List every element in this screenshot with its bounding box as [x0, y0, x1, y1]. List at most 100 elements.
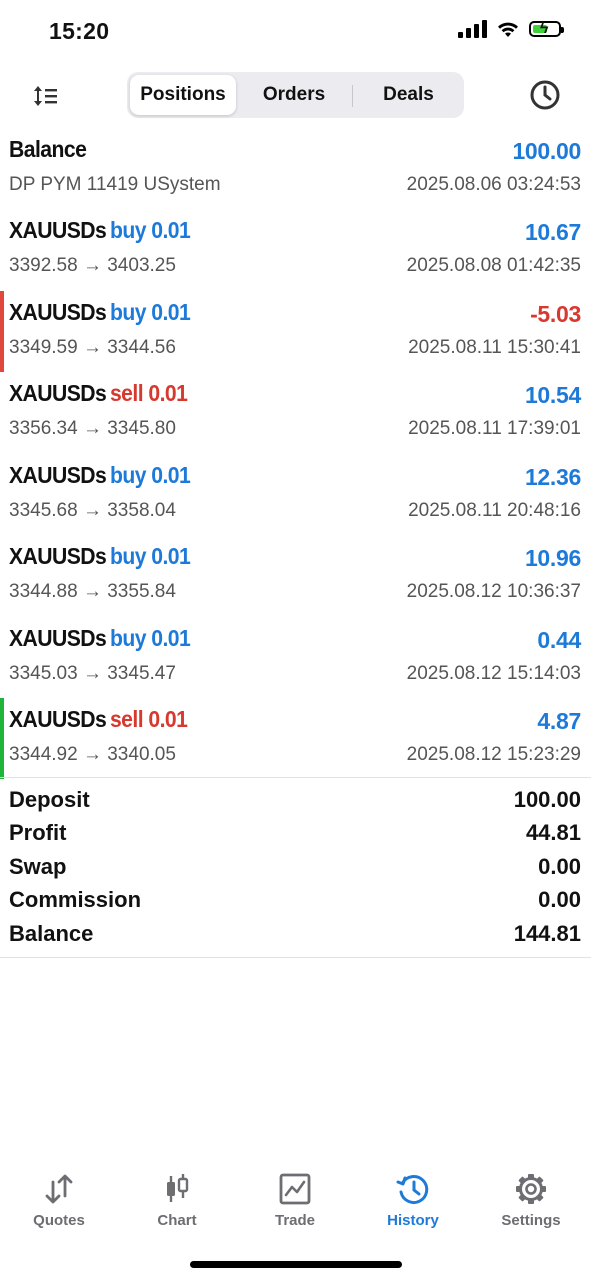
position-direction: buy 0.01: [109, 543, 191, 569]
clock-icon[interactable]: [528, 78, 562, 112]
position-symbol: XAUUSDs: [9, 461, 107, 488]
position-row[interactable]: XAUUSDs buy 0.01 0.44 3345.03 → 3345.47 2025…: [0, 617, 591, 698]
settings-icon: [516, 1174, 546, 1204]
status-icons: ϟ: [458, 20, 564, 38]
history-toolbar: Positions Orders Deals: [0, 70, 591, 120]
position-row[interactable]: XAUUSDs sell 0.01 10.54 3356.34 → 3345.80 20…: [0, 372, 591, 453]
position-symbol: XAUUSDs: [9, 543, 107, 569]
status-time: 15:20: [49, 18, 110, 44]
position-direction: buy 0.01: [109, 624, 191, 651]
tab-settings-label: Settings: [501, 1212, 561, 1229]
tab-chart-label: Chart: [157, 1212, 197, 1229]
position-profit: 12.36: [524, 463, 581, 490]
summary-block: Deposit 100.00 Profit 44.81 Swap 0.00 Commissi…: [0, 785, 591, 952]
tab-quotes-label: Quotes: [33, 1212, 85, 1229]
position-symbol: XAUUSDs: [9, 380, 107, 406]
position-time: 2025.08.08 01:42:35: [406, 255, 581, 276]
bottom-tab-bar: Quotes Chart Trade History Settings: [0, 1165, 591, 1245]
position-direction: buy 0.01: [109, 461, 191, 488]
position-prices: 3349.59 → 3344.56: [9, 336, 176, 358]
position-title: XAUUSDs sell 0.01: [9, 380, 188, 407]
summary-label: Profit: [9, 820, 67, 846]
position-title: XAUUSDs buy 0.01: [9, 217, 191, 244]
position-symbol: XAUUSDs: [9, 706, 107, 732]
home-indicator[interactable]: [190, 1261, 402, 1268]
position-symbol: XAUUSDs: [9, 298, 107, 325]
segmented-control: Positions Orders Deals: [127, 72, 464, 118]
row-marker: [0, 454, 4, 535]
position-time: 2025.08.12 10:36:37: [406, 581, 581, 602]
row-marker: [0, 209, 4, 290]
summary-label: Swap: [9, 853, 67, 879]
row-marker: [0, 698, 4, 779]
summary-label: Deposit: [9, 787, 90, 812]
position-time: 2025.08.11 20:48:16: [408, 499, 581, 521]
position-symbol: XAUUSDs: [9, 217, 107, 243]
tab-trade-label: Trade: [274, 1212, 316, 1229]
position-time: 2025.08.12 15:23:29: [406, 744, 581, 765]
summary-value: 100.00: [513, 787, 581, 812]
position-row[interactable]: XAUUSDs buy 0.01 12.36 3345.68 → 3358.04 202…: [0, 454, 591, 535]
position-direction: buy 0.01: [109, 298, 191, 325]
position-row[interactable]: XAUUSDs buy 0.01 -5.03 3349.59 → 3344.56 202…: [0, 290, 591, 372]
tab-history[interactable]: History: [354, 1165, 472, 1235]
summary-label: Balance: [9, 920, 94, 946]
position-row[interactable]: XAUUSDs sell 0.01 4.87 3344.92 → 3340.05 202…: [0, 698, 591, 779]
position-title: XAUUSDs buy 0.01: [9, 543, 191, 570]
tab-positions[interactable]: Positions: [130, 75, 236, 115]
row-marker: [0, 290, 4, 372]
position-time: 2025.08.11 17:39:01: [408, 418, 581, 439]
position-row[interactable]: XAUUSDs buy 0.01 10.67 3392.58 → 3403.25 202…: [0, 209, 591, 290]
position-profit: 10.54: [524, 382, 581, 408]
row-marker: [0, 372, 4, 453]
summary-separator: [0, 957, 591, 958]
position-symbol: XAUUSDs: [9, 624, 107, 651]
balance-time: 2025.08.06 03:24:53: [406, 174, 581, 195]
position-prices: 3392.58 → 3403.25: [9, 255, 176, 276]
tab-quotes[interactable]: Quotes: [0, 1165, 118, 1235]
balance-entry[interactable]: Balance 100.00 DP PYM 11419 USystem 2025…: [0, 128, 591, 209]
position-prices: 3345.68 → 3358.04: [9, 499, 176, 521]
position-direction: sell 0.01: [109, 380, 188, 406]
summary-label: Commission: [9, 887, 142, 913]
trade-icon: [279, 1173, 311, 1205]
position-profit: 4.87: [537, 708, 581, 734]
balance-comment: DP PYM 11419 USystem: [9, 174, 221, 195]
tab-trade[interactable]: Trade: [236, 1165, 354, 1235]
cellular-signal-icon: [458, 20, 487, 38]
tab-settings[interactable]: Settings: [472, 1165, 590, 1235]
summary-row: Commission 0.00: [0, 885, 591, 918]
history-icon: [396, 1175, 429, 1204]
quotes-icon: [45, 1174, 73, 1204]
position-title: XAUUSDs buy 0.01: [9, 624, 191, 652]
summary-row: Balance 144.81: [0, 919, 591, 952]
tab-history-label: History: [387, 1212, 439, 1229]
position-profit: 10.67: [524, 219, 581, 245]
chart-icon: [167, 1174, 189, 1202]
status-bar: 15:20 ϟ: [0, 0, 591, 62]
balance-title: Balance: [9, 136, 87, 162]
summary-row: Profit 44.81: [0, 818, 591, 851]
position-profit: 10.96: [524, 545, 581, 571]
row-marker: [0, 535, 4, 616]
position-profit: 0.44: [537, 626, 581, 653]
segment-divider: [352, 85, 353, 107]
position-prices: 3345.03 → 3345.47: [9, 662, 176, 684]
position-title: XAUUSDs buy 0.01: [9, 461, 191, 489]
summary-value: 144.81: [513, 920, 581, 946]
position-prices: 3344.88 → 3355.84: [9, 581, 176, 602]
position-time: 2025.08.12 15:14:03: [406, 662, 581, 684]
position-row[interactable]: XAUUSDs buy 0.01 10.96 3344.88 → 3355.84 202…: [0, 535, 591, 616]
summary-value: 0.00: [538, 887, 581, 913]
tab-orders[interactable]: Orders: [240, 75, 348, 115]
wifi-icon: [498, 22, 518, 37]
position-prices: 3344.92 → 3340.05: [9, 744, 176, 765]
tab-chart[interactable]: Chart: [118, 1165, 236, 1235]
battery-icon: ϟ: [529, 20, 564, 37]
position-title: XAUUSDs sell 0.01: [9, 706, 188, 733]
balance-amount: 100.00: [512, 138, 581, 164]
summary-value: 0.00: [538, 853, 581, 879]
tab-deals[interactable]: Deals: [356, 75, 461, 115]
sort-icon[interactable]: [30, 80, 62, 112]
summary-row: Swap 0.00: [0, 852, 591, 885]
